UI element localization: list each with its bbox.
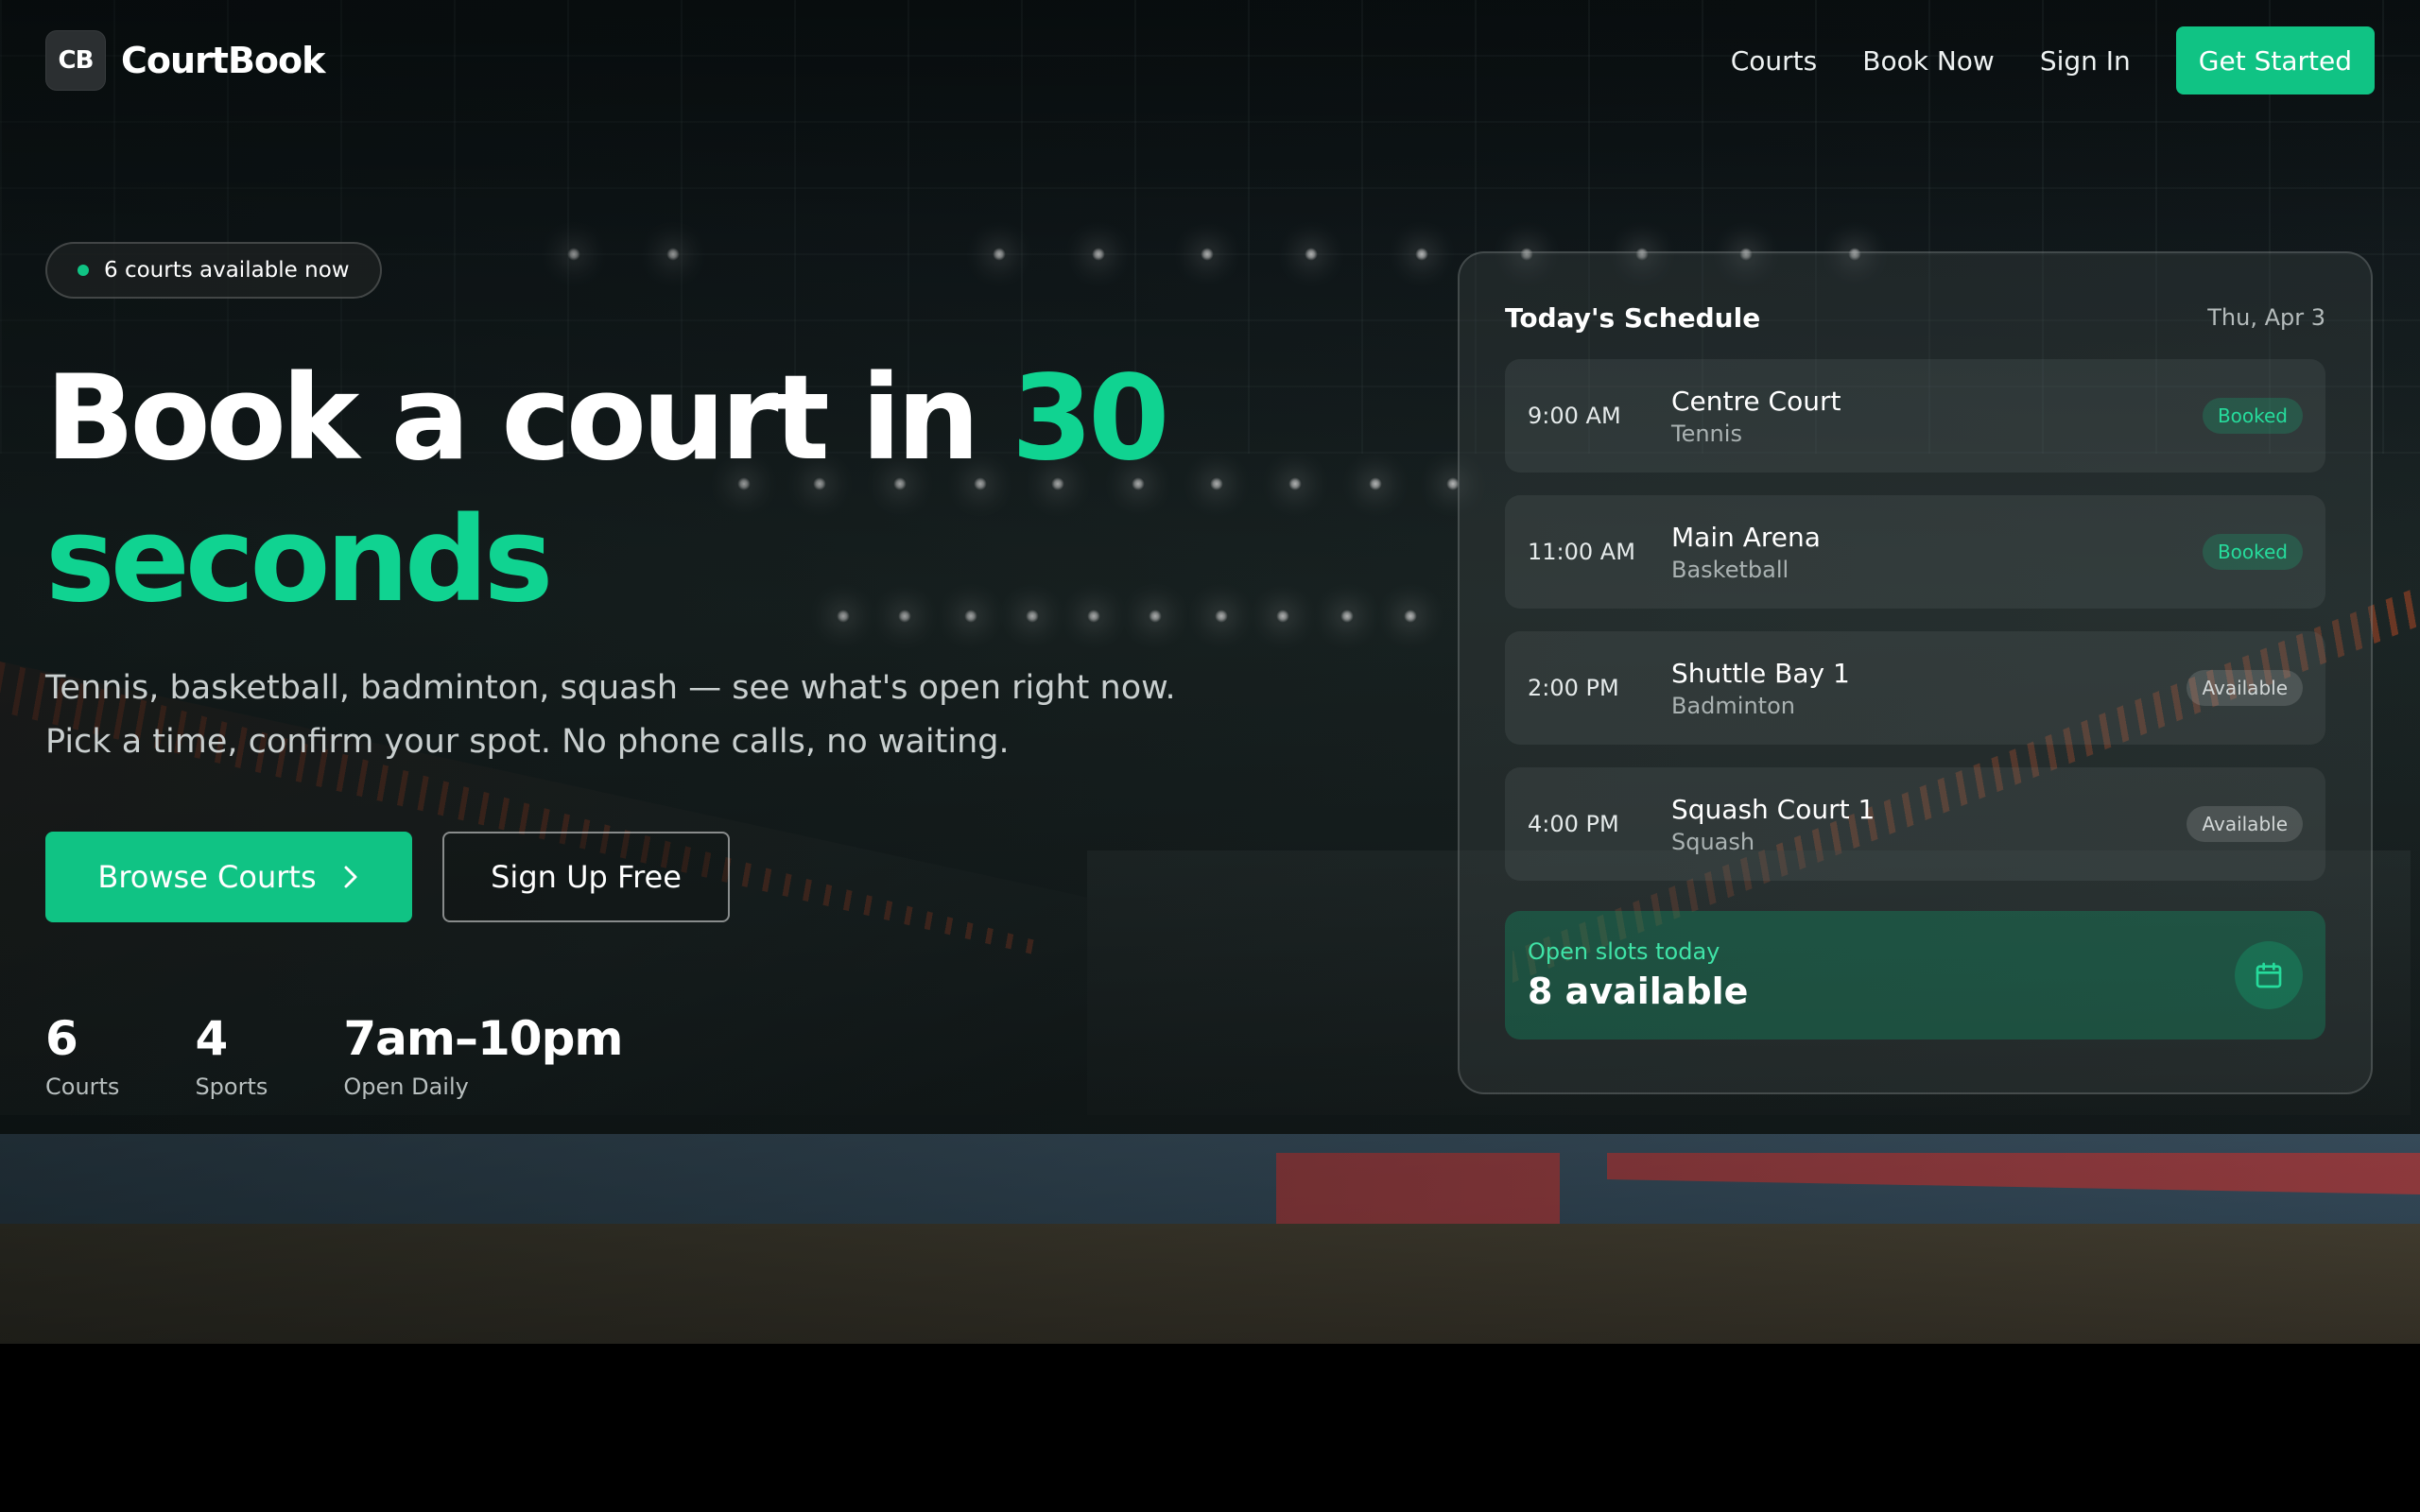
schedule-slot[interactable]: 9:00 AM Centre Court Tennis Booked [1505, 359, 2325, 472]
status-badge: Booked [2202, 534, 2303, 570]
schedule-card: Today's Schedule Thu, Apr 3 9:00 AM Cent… [1458, 251, 2373, 1094]
slot-info: Squash Court 1 Squash [1671, 794, 2187, 855]
availability-badge: 6 courts available now [45, 242, 382, 299]
nav-link-courts[interactable]: Courts [1731, 45, 1818, 77]
schedule-date: Thu, Apr 3 [2207, 304, 2325, 331]
slot-time: 4:00 PM [1528, 811, 1619, 837]
subtext-line: Pick a time, confirm your spot. No phone… [45, 723, 1010, 761]
brand[interactable]: CB CourtBook [45, 30, 325, 91]
stat-courts: 6 Courts [45, 1011, 119, 1100]
stat-label: Sports [195, 1074, 268, 1100]
slot-time: 2:00 PM [1528, 675, 1619, 701]
stat-label: Courts [45, 1074, 120, 1100]
status-badge: Booked [2202, 398, 2303, 434]
slot-sport: Basketball [1671, 556, 1789, 583]
sign-up-free-button[interactable]: Sign Up Free [442, 832, 730, 922]
calendar-button[interactable] [2235, 941, 2303, 1009]
stat-sports: 4 Sports [195, 1011, 268, 1100]
slot-court: Shuttle Bay 1 [1671, 657, 1850, 689]
slot-sport: Squash [1671, 828, 1755, 855]
status-badge: Available [2187, 806, 2303, 842]
slot-time: 9:00 AM [1528, 403, 1621, 429]
slot-sport: Tennis [1671, 420, 1742, 447]
slot-court: Squash Court 1 [1671, 793, 1876, 825]
open-slots-value: 8 available [1528, 971, 1749, 1012]
calendar-icon [2256, 962, 2282, 988]
brand-logo: CB [45, 30, 106, 91]
nav-links: Courts Book Now Sign In Get Started [1731, 26, 2375, 94]
stat-value: 4 [195, 1011, 228, 1066]
slot-info: Main Arena Basketball [1671, 522, 2203, 583]
slot-info: Shuttle Bay 1 Badminton [1671, 658, 2187, 719]
slot-court: Centre Court [1671, 385, 1841, 417]
get-started-button[interactable]: Get Started [2175, 26, 2375, 94]
hero-stats: 6 Courts 4 Sports 7am–10pm Open Daily [45, 1011, 623, 1100]
open-slots-text: Open slots today 8 available [1528, 938, 1748, 1012]
headline-main: Book a court in [45, 351, 1011, 487]
browse-courts-label: Browse Courts [97, 859, 317, 895]
slot-info: Centre Court Tennis [1671, 386, 2203, 447]
stat-value: 7am–10pm [343, 1011, 623, 1066]
slot-time: 11:00 AM [1528, 539, 1635, 565]
schedule-slot[interactable]: 11:00 AM Main Arena Basketball Booked [1505, 495, 2325, 609]
schedule-slot[interactable]: 4:00 PM Squash Court 1 Squash Available [1505, 767, 2325, 881]
subtext-line: Tennis, basketball, badminton, squash — … [45, 669, 1176, 707]
hero-subtext: Tennis, basketball, badminton, squash — … [45, 662, 1227, 769]
status-badge: Available [2187, 670, 2303, 706]
cta-row: Browse Courts Sign Up Free [45, 832, 730, 922]
schedule-title: Today's Schedule [1505, 301, 1761, 334]
brand-name: CourtBook [121, 40, 325, 81]
hero-headline: Book a court in 30 seconds [45, 348, 1180, 631]
schedule-header: Today's Schedule Thu, Apr 3 [1505, 299, 2325, 336]
open-slots-summary: Open slots today 8 available [1505, 911, 2325, 1040]
stat-label: Open Daily [343, 1074, 469, 1100]
availability-badge-text: 6 courts available now [104, 258, 350, 283]
stat-hours: 7am–10pm Open Daily [343, 1011, 623, 1100]
chevron-right-icon [344, 866, 357, 888]
browse-courts-button[interactable]: Browse Courts [45, 832, 412, 922]
open-slots-label: Open slots today [1528, 938, 1720, 965]
top-nav: CB CourtBook Courts Book Now Sign In Get… [45, 26, 2375, 94]
stat-value: 6 [45, 1011, 78, 1066]
schedule-slot[interactable]: 2:00 PM Shuttle Bay 1 Badminton Availabl… [1505, 631, 2325, 745]
slot-court: Main Arena [1671, 521, 1821, 553]
slot-sport: Badminton [1671, 692, 1795, 719]
nav-link-sign-in[interactable]: Sign In [2040, 45, 2131, 77]
nav-link-book-now[interactable]: Book Now [1862, 45, 1995, 77]
status-dot-icon [78, 265, 89, 276]
